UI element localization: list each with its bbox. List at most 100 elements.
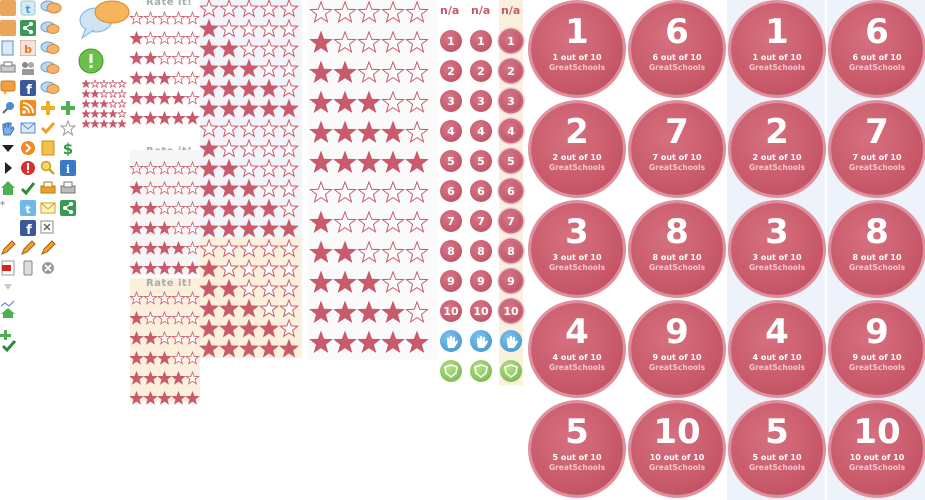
rating-badge-small: 4	[500, 120, 522, 142]
score-number: 10	[653, 412, 701, 452]
brand-label: GreatSchools	[548, 363, 606, 372]
star-filled	[259, 338, 279, 358]
star-empty	[171, 30, 186, 45]
star-filled	[381, 330, 405, 354]
star-empty	[381, 30, 405, 54]
star-filled	[333, 300, 357, 324]
star-empty	[279, 238, 299, 258]
star-empty	[157, 310, 172, 325]
score-caption: 6 out of 10	[652, 53, 702, 62]
star-filled	[219, 98, 239, 118]
star-filled	[309, 150, 333, 174]
score-caption: 2 out of 10	[552, 153, 602, 162]
brand-label: GreatSchools	[848, 363, 906, 372]
star-empty	[381, 90, 405, 114]
star-filled	[129, 350, 144, 365]
star-empty	[157, 200, 172, 215]
rating-badge-small: 3	[500, 90, 522, 112]
star-empty	[219, 18, 239, 38]
star-empty	[171, 180, 186, 195]
star-filled	[157, 390, 172, 405]
star-filled	[239, 78, 259, 98]
score-caption: 10 out of 10	[849, 453, 905, 462]
star-empty	[171, 200, 186, 215]
rating-badge-small: 6	[470, 180, 492, 202]
star-empty	[405, 270, 429, 294]
star-empty	[279, 138, 299, 158]
star-filled	[129, 70, 144, 85]
star-empty	[185, 200, 200, 215]
star-filled	[129, 110, 144, 125]
rating-badge-small: 7	[440, 210, 462, 232]
star-empty	[405, 0, 429, 24]
score-caption: 1 out of 10	[752, 53, 802, 62]
brand-label: GreatSchools	[848, 463, 906, 472]
star-empty	[143, 160, 158, 175]
star-filled	[219, 298, 239, 318]
star-empty	[381, 180, 405, 204]
score-badge: 10 10 out of 10 GreatSchools	[631, 403, 723, 495]
star-filled	[171, 240, 186, 255]
score-badge: 11 out of 10 GreatSchools	[731, 3, 823, 95]
star-empty	[309, 0, 333, 24]
star-filled	[279, 98, 299, 118]
star-filled	[199, 38, 219, 58]
star-empty	[405, 300, 429, 324]
score-badge: 44 out of 10 GreatSchools	[731, 303, 823, 395]
star-filled	[259, 198, 279, 218]
star-empty	[143, 290, 158, 305]
star-empty	[259, 238, 279, 258]
na-label: n/a	[501, 4, 521, 17]
rating-badge-small: 4	[470, 120, 492, 142]
star-filled	[143, 260, 158, 275]
star-empty	[171, 330, 186, 345]
star-empty	[259, 0, 279, 18]
star-empty	[333, 180, 357, 204]
score-caption: 1 out of 10	[552, 53, 602, 62]
star-filled	[199, 278, 219, 298]
star-filled	[405, 330, 429, 354]
star-filled	[143, 370, 158, 385]
star-empty	[239, 238, 259, 258]
rating-badge-small: 6	[500, 180, 522, 202]
star-empty	[185, 10, 200, 25]
star-empty	[219, 0, 239, 18]
star-filled	[129, 90, 144, 105]
star-filled	[171, 370, 186, 385]
star-empty	[357, 180, 381, 204]
star-empty	[185, 30, 200, 45]
star-empty	[171, 220, 186, 235]
score-badge: 99 out of 10 GreatSchools	[831, 303, 923, 395]
star-filled	[157, 90, 172, 105]
star-filled	[309, 120, 333, 144]
star-filled	[239, 58, 259, 78]
star-filled	[309, 30, 333, 54]
rating-badge-small: 5	[440, 150, 462, 172]
star-filled	[219, 198, 239, 218]
rating-badge-small: 10	[470, 300, 492, 322]
star-filled	[279, 338, 299, 358]
rating-badge-small: 2	[500, 60, 522, 82]
star-filled	[357, 300, 381, 324]
rating-badge-small: 9	[470, 270, 492, 292]
rating-badge-small: 1	[500, 30, 522, 52]
rating-badge-small: 8	[440, 240, 462, 262]
star-filled	[129, 220, 144, 235]
star-empty	[199, 118, 219, 138]
rating-badge-small: 9	[500, 270, 522, 292]
star-filled	[219, 218, 239, 238]
score-badge: 22 out of 10 GreatSchools	[731, 103, 823, 195]
star-filled	[219, 58, 239, 78]
score-number: 6	[865, 12, 889, 52]
score-number: 7	[865, 112, 889, 152]
score-badge: 99 out of 10 GreatSchools	[631, 303, 723, 395]
star-filled	[239, 318, 259, 338]
star-empty	[157, 330, 172, 345]
rating-badge-small: 3	[440, 90, 462, 112]
star-empty	[405, 60, 429, 84]
star-empty	[259, 118, 279, 138]
score-number: 8	[865, 212, 889, 252]
star-filled	[219, 278, 239, 298]
hand-badge-icon	[440, 330, 462, 352]
star-empty	[185, 90, 200, 105]
